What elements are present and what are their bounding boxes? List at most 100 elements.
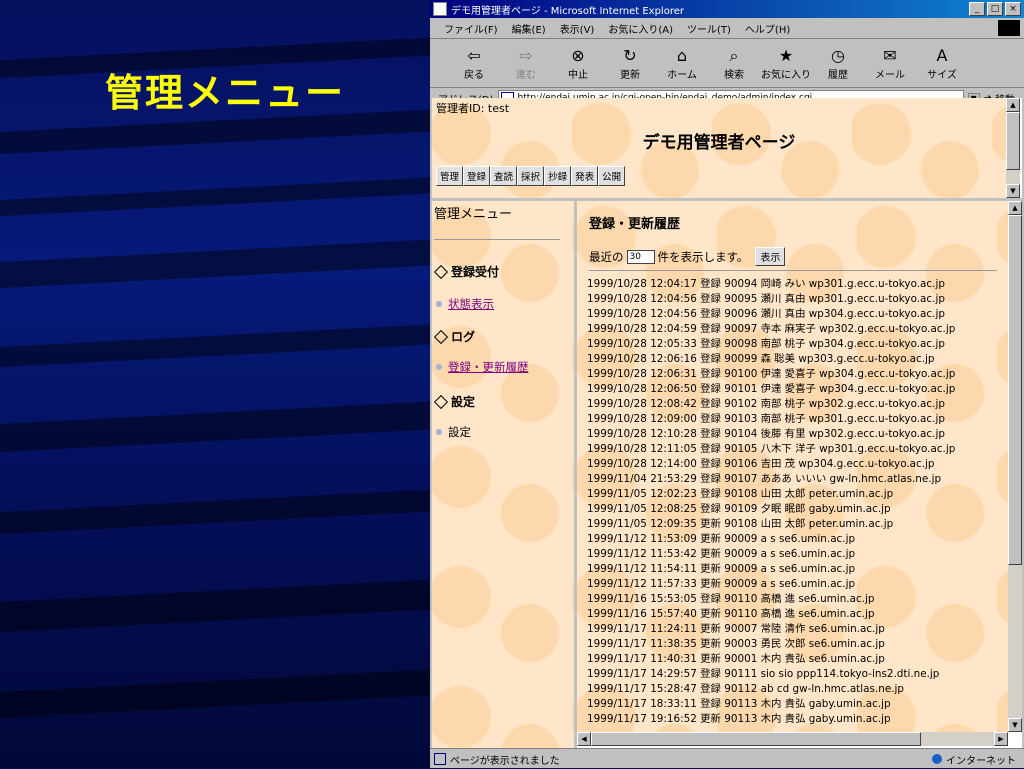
menu-tools[interactable]: ツール(T): [687, 21, 731, 36]
header-scrollbar[interactable]: ▲ ▼: [1006, 98, 1020, 198]
section-log: ログ: [433, 328, 475, 345]
menu-view[interactable]: 表示(V): [560, 21, 595, 36]
log-entry: 1999/10/28 12:06:16 登録 90099 森 聡美 wp303.…: [587, 353, 935, 365]
status-link[interactable]: 状態表示: [448, 296, 494, 312]
log-title: 登録・更新履歴: [589, 217, 681, 232]
show-button[interactable]: 表示: [755, 247, 786, 266]
slide-stripe: [0, 486, 430, 536]
scroll-thumb[interactable]: [1006, 112, 1020, 170]
refresh-button[interactable]: ↻ 更新: [604, 46, 656, 81]
section-settings: 設定: [433, 393, 476, 410]
home-button[interactable]: ⌂ ホーム: [656, 46, 708, 81]
section-heading: 登録受付: [451, 265, 500, 279]
log-entry: 1999/10/28 12:10:28 登録 90104 後藤 有里 wp302…: [587, 428, 945, 440]
log-entry: 1999/10/28 12:08:42 登録 90102 南部 桃子 wp302…: [587, 398, 945, 410]
window-titlebar: デモ用管理者ページ - Microsoft Internet Explorer …: [430, 0, 1024, 18]
log-entry: 1999/10/28 12:04:17 登録 90094 岡崎 みい wp301…: [587, 278, 945, 290]
log-entry: 1999/11/16 15:57:40 更新 90110 高橋 進 se6.um…: [587, 608, 875, 620]
admin-id: 管理者ID: test: [436, 102, 510, 115]
nav-button-publish[interactable]: 公開: [598, 166, 626, 186]
slide-title: 管理メニュー: [105, 71, 346, 115]
menu-file[interactable]: ファイル(F): [444, 21, 498, 36]
menu-edit[interactable]: 編集(E): [512, 21, 546, 36]
menu-favorites[interactable]: お気に入り(A): [608, 21, 673, 36]
menu-item-settings: 設定: [436, 424, 471, 440]
refresh-label: 更新: [620, 69, 640, 81]
scroll-thumb[interactable]: [1008, 215, 1022, 565]
forward-label: 進む: [516, 69, 536, 81]
mail-icon: ✉: [883, 45, 897, 65]
menu-item-history[interactable]: 登録・更新履歴: [436, 359, 529, 375]
slide-stripe: [0, 398, 430, 454]
bullet-icon: [436, 364, 442, 370]
log-scrollbar[interactable]: ▲ ▼: [1008, 201, 1022, 732]
font-size-button[interactable]: A サイズ: [916, 46, 968, 81]
recent-count-input[interactable]: 30: [626, 249, 655, 264]
bullet-icon: [436, 429, 442, 435]
history-link[interactable]: 登録・更新履歴: [448, 359, 529, 375]
favorites-icon: ★: [778, 45, 794, 65]
nav-button-review[interactable]: 査読: [490, 166, 518, 186]
status-text: ページが表示されました: [450, 755, 560, 767]
settings-text: 設定: [448, 425, 471, 439]
ie-page-icon: [433, 2, 447, 16]
menu-bar: ファイル(F) 編集(E) 表示(V) お気に入り(A) ツール(T) ヘルプ(…: [430, 18, 1024, 39]
refresh-icon: ↻: [623, 45, 637, 65]
slide-stripe: [0, 321, 430, 369]
log-entry: 1999/11/05 12:08:25 登録 90109 夕眠 眠郎 gaby.…: [587, 503, 891, 515]
diamond-icon: [433, 329, 449, 344]
section-heading: 設定: [451, 395, 476, 409]
log-entry: 1999/11/04 21:53:29 登録 90107 あああ いいい gw-…: [587, 473, 942, 485]
nav-button-manage[interactable]: 管理: [436, 166, 464, 186]
forward-button[interactable]: ⇨ 進む: [500, 46, 552, 81]
nav-button-present[interactable]: 発表: [571, 166, 599, 186]
status-bar: ページが表示されました インターネット: [430, 748, 1024, 769]
maximize-button[interactable]: □: [987, 2, 1003, 16]
log-entry: 1999/11/16 15:53:05 登録 90110 高橋 進 se6.um…: [587, 593, 875, 605]
nav-button-register[interactable]: 登録: [463, 166, 491, 186]
scroll-up-icon[interactable]: ▲: [1006, 98, 1020, 112]
favorites-button[interactable]: ★ お気に入り: [760, 46, 812, 81]
back-arrow-icon: ⇦: [467, 45, 481, 65]
back-button[interactable]: ⇦ 戻る: [448, 46, 500, 81]
log-entry: 1999/10/28 12:04:56 登録 90095 瀬川 真由 wp301…: [587, 293, 945, 305]
windows-logo-icon: [998, 20, 1020, 36]
scroll-up-icon[interactable]: ▲: [1008, 201, 1022, 215]
menu-item-status[interactable]: 状態表示: [436, 296, 494, 312]
log-entry: 1999/11/17 11:40:31 更新 90001 木内 貴弘 se6.u…: [587, 653, 885, 665]
font-size-label: サイズ: [927, 69, 957, 81]
log-entry: 1999/11/17 14:29:57 登録 90111 sio sio ppp…: [587, 668, 940, 680]
log-entry: 1999/10/28 12:04:59 登録 90097 寺本 麻実子 wp30…: [587, 323, 956, 335]
menu-help[interactable]: ヘルプ(H): [745, 21, 790, 36]
history-icon: ◷: [831, 45, 845, 65]
slide-stripe: [0, 174, 430, 218]
slide-stripe: [0, 576, 430, 634]
scroll-left-icon[interactable]: ◀: [577, 732, 591, 746]
scroll-down-icon[interactable]: ▼: [1008, 718, 1022, 732]
log-entry: 1999/10/28 12:09:00 登録 90103 南部 桃子 wp301…: [587, 413, 945, 425]
home-icon: ⌂: [676, 45, 688, 65]
log-horizontal-scrollbar[interactable]: ◀ ▶: [577, 732, 1008, 746]
log-frame: 登録・更新履歴 最近の 30 件を表示します。 表示 1999/10/28 12…: [577, 201, 1008, 732]
log-entry: 1999/10/28 12:14:00 登録 90106 吉田 茂 wp304.…: [587, 458, 935, 470]
diamond-icon: [433, 394, 449, 409]
log-list: 1999/10/28 12:04:17 登録 90094 岡崎 みい wp301…: [587, 277, 955, 727]
minimize-button[interactable]: _: [969, 2, 985, 16]
scroll-down-icon[interactable]: ▼: [1006, 184, 1020, 198]
history-button[interactable]: ◷ 履歴: [812, 46, 864, 81]
scroll-right-icon[interactable]: ▶: [994, 732, 1008, 746]
mail-label: メール: [875, 69, 905, 81]
log-entry: 1999/10/28 12:06:50 登録 90101 伊達 愛喜子 wp30…: [587, 383, 956, 395]
log-entry: 1999/10/28 12:05:33 登録 90098 南部 桃子 wp304…: [587, 338, 945, 350]
mail-button[interactable]: ✉ メール: [864, 46, 916, 81]
nav-button-abstract[interactable]: 抄録: [544, 166, 572, 186]
log-entry: 1999/11/17 19:16:52 更新 90113 木内 貴弘 gaby.…: [587, 713, 891, 725]
log-entry: 1999/11/05 12:09:35 更新 90108 山田 太郎 peter…: [587, 518, 894, 530]
slide-stripe: [0, 666, 430, 720]
stop-button[interactable]: ⊗ 中止: [552, 46, 604, 81]
search-button[interactable]: ⌕ 検索: [708, 46, 760, 81]
scroll-thumb[interactable]: [591, 732, 921, 746]
nav-button-accept[interactable]: 採択: [517, 166, 545, 186]
log-entry: 1999/10/28 12:06:31 登録 90100 伊達 愛喜子 wp30…: [587, 368, 956, 380]
close-button[interactable]: ×: [1005, 2, 1021, 16]
